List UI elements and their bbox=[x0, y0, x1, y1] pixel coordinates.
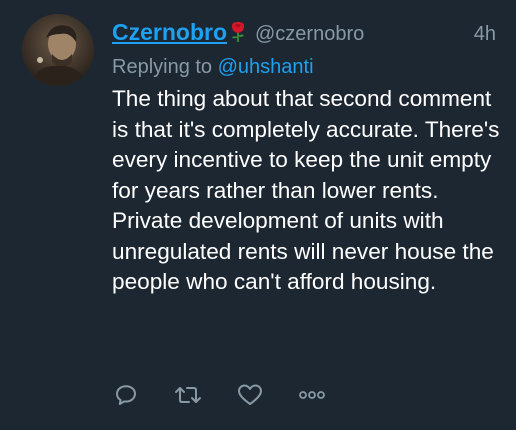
reply-mention-link[interactable]: @uhshanti bbox=[218, 56, 314, 78]
retweet-icon bbox=[175, 387, 201, 403]
reply-icon bbox=[116, 385, 136, 405]
like-button[interactable] bbox=[236, 381, 264, 409]
handle[interactable]: @czernobro bbox=[255, 23, 364, 46]
avatar[interactable] bbox=[22, 14, 94, 86]
replying-to: Replying to @uhshanti bbox=[112, 56, 314, 79]
rose-icon bbox=[229, 21, 247, 43]
reply-button[interactable] bbox=[112, 381, 140, 409]
tweet-text: The thing about that second comment is t… bbox=[112, 86, 500, 294]
avatar-image bbox=[22, 14, 94, 86]
more-icon bbox=[299, 391, 325, 399]
more-button[interactable] bbox=[298, 381, 326, 409]
retweet-button[interactable] bbox=[174, 381, 202, 409]
tweet[interactable]: Czernobro @czernobro 4h Replying to @uhs… bbox=[0, 0, 516, 430]
timestamp[interactable]: 4h bbox=[474, 23, 498, 46]
like-icon bbox=[238, 384, 262, 405]
tweet-actions bbox=[112, 378, 360, 412]
replying-label: Replying to bbox=[112, 56, 218, 78]
tweet-header: Czernobro @czernobro 4h bbox=[112, 18, 498, 52]
display-name[interactable]: Czernobro bbox=[112, 19, 227, 46]
